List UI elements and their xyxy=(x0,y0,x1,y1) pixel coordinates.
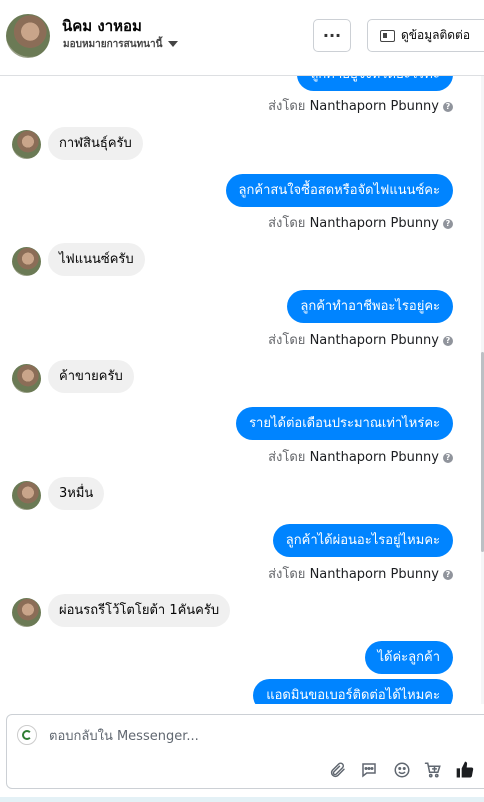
sender-name: Nanthaporn Pbunny xyxy=(309,99,439,114)
question-mark-icon[interactable]: ? xyxy=(443,219,453,229)
paperclip-icon[interactable] xyxy=(327,759,349,781)
outgoing-message[interactable]: แอดมินขอเบอร์ติดต่อได้ไหมคะ xyxy=(253,679,453,704)
contact-avatar-small xyxy=(12,598,41,627)
sent-by-prefix: ส่งโดย xyxy=(268,99,306,114)
question-mark-icon[interactable]: ? xyxy=(443,570,453,580)
conversation-header: นิคม งาหอม มอบหมายการสนทนานี้ ··· ดูข้อม… xyxy=(0,0,484,76)
speech-bubble-icon[interactable] xyxy=(358,759,380,781)
sent-by-label: ส่งโดย Nanthaporn Pbunny? xyxy=(268,329,453,350)
cart-icon[interactable] xyxy=(422,759,444,781)
contact-avatar-small xyxy=(12,364,41,393)
bottom-strip xyxy=(0,797,484,802)
contact-avatar-small xyxy=(12,481,41,510)
sent-by-label: ส่งโดย Nanthaporn Pbunny? xyxy=(268,446,453,467)
incoming-message[interactable]: ค้าขายครับ xyxy=(48,360,134,393)
assign-conversation-dropdown[interactable]: มอบหมายการสนทนานี้ xyxy=(63,37,179,52)
sent-by-prefix: ส่งโดย xyxy=(268,450,306,465)
sent-by-prefix: ส่งโดย xyxy=(268,567,306,582)
thumbs-up-icon[interactable] xyxy=(454,759,476,781)
emoji-icon[interactable] xyxy=(391,759,413,781)
sender-name: Nanthaporn Pbunny xyxy=(309,567,439,582)
outgoing-message[interactable]: ลูกค้าได้ผ่อนอะไรอยู่ไหมคะ xyxy=(272,524,453,557)
view-contact-button[interactable]: ดูข้อมูลติดต่อ xyxy=(367,19,484,52)
question-mark-icon[interactable]: ? xyxy=(443,453,453,463)
caret-down-icon xyxy=(168,41,179,47)
sender-name: Nanthaporn Pbunny xyxy=(309,333,439,348)
reply-composer xyxy=(6,714,484,789)
outgoing-message[interactable]: ลูกค้าสนใจซื้อสดหรือจัดไฟแนนซ์คะ xyxy=(225,174,453,207)
question-mark-icon[interactable]: ? xyxy=(443,336,453,346)
outgoing-message[interactable]: รายได้ต่อเดือนประมาณเท่าไหร่คะ xyxy=(236,407,453,440)
sender-name: Nanthaporn Pbunny xyxy=(309,450,439,465)
question-mark-icon[interactable]: ? xyxy=(443,102,453,112)
contact-avatar[interactable] xyxy=(6,14,50,58)
incoming-message[interactable]: 3หมื่น xyxy=(48,477,105,510)
sent-by-prefix: ส่งโดย xyxy=(268,333,306,348)
incoming-message[interactable]: ผ่อนรถรีโว้โตโยต้า 1คันครับ xyxy=(48,594,231,627)
contact-name[interactable]: นิคม งาหอม xyxy=(62,14,142,38)
assign-conversation-label: มอบหมายการสนทนานี้ xyxy=(63,39,163,50)
more-options-button[interactable]: ··· xyxy=(313,19,351,52)
sent-by-prefix: ส่งโดย xyxy=(268,216,306,231)
view-contact-label: ดูข้อมูลติดต่อ xyxy=(401,28,471,42)
sent-by-label: ส่งโดย Nanthaporn Pbunny? xyxy=(268,95,453,116)
contact-card-icon xyxy=(380,29,395,42)
reply-input[interactable] xyxy=(49,725,349,747)
outgoing-message[interactable]: ได้ค่ะลูกค้า xyxy=(364,641,453,674)
sender-name: Nanthaporn Pbunny xyxy=(309,216,439,231)
incoming-message[interactable]: ไฟแนนซ์ครับ xyxy=(48,243,145,276)
contact-avatar-small xyxy=(12,247,41,276)
sent-by-label: ส่งโดย Nanthaporn Pbunny? xyxy=(268,212,453,233)
outgoing-message[interactable]: ลูกค้าอยู่จังหวัดอะไรคะ xyxy=(297,76,453,91)
sent-by-label: ส่งโดย Nanthaporn Pbunny? xyxy=(268,563,453,584)
outgoing-message[interactable]: ลูกค้าทำอาชีพอะไรอยู่คะ xyxy=(287,290,453,323)
message-thread[interactable]: ลูกค้าอยู่จังหวัดอะไรคะ ส่งโดย Nanthapor… xyxy=(0,76,484,704)
contact-avatar-small xyxy=(12,130,41,159)
incoming-message[interactable]: กาฬสินธุ์ครับ xyxy=(48,127,143,160)
page-logo-icon xyxy=(17,725,37,745)
